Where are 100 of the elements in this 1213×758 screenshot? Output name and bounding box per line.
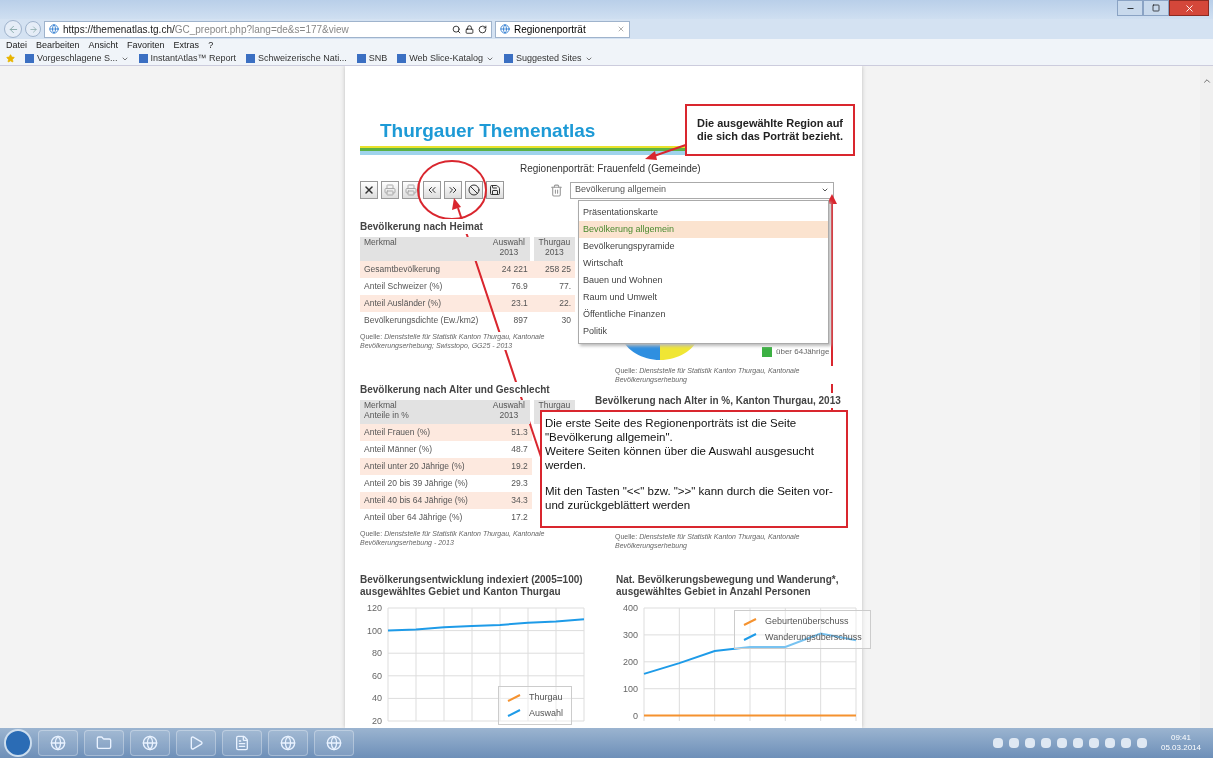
favorites-link[interactable]: Schweizerische Nati... xyxy=(246,51,347,66)
table-cell: Anteil 20 bis 39 Jährige (%) xyxy=(360,475,488,492)
dropdown-option[interactable]: Bauen und Wohnen xyxy=(579,272,828,289)
table-cell: 76.9 xyxy=(488,278,532,295)
y-tick-label: 120 xyxy=(366,603,382,613)
forward-button[interactable] xyxy=(25,21,41,37)
table-cell: 258 25 xyxy=(531,261,575,278)
maximize-button[interactable] xyxy=(1143,0,1169,16)
back-button[interactable] xyxy=(4,20,22,38)
refresh-icon[interactable] xyxy=(478,24,487,34)
tray-icon[interactable] xyxy=(1008,738,1019,748)
slashed-circle-button[interactable] xyxy=(465,181,483,199)
tray-icon[interactable] xyxy=(1136,738,1147,748)
table-cell: Anteil Frauen (%) xyxy=(360,424,488,441)
table-cell: 51.3 xyxy=(488,424,532,441)
column-header: Merkmal Anteile in % xyxy=(360,400,488,424)
tray-icon[interactable] xyxy=(992,738,1003,748)
dropdown-option[interactable]: Politik xyxy=(579,323,828,340)
table-cell: Anteil Männer (%) xyxy=(360,441,488,458)
y-tick-label: 80 xyxy=(371,648,382,659)
table-cell: 22. xyxy=(531,295,575,312)
dropdown-caret-icon xyxy=(821,186,829,194)
atlas-title: Thurgauer Themenatlas xyxy=(380,120,596,142)
menu-item[interactable]: Favoriten xyxy=(127,38,165,53)
address-bar[interactable]: https://themenatlas.tg.ch/GC_preport.php?lang=de&s=177&view xyxy=(44,20,492,38)
table-cell: 23.1 xyxy=(488,295,532,312)
folder-icon xyxy=(96,735,112,751)
tray-icon[interactable] xyxy=(1120,738,1131,748)
dropdown-option[interactable]: Präsentationskarte xyxy=(579,204,828,221)
table-cell: 19.2 xyxy=(488,458,532,475)
close-icon[interactable] xyxy=(617,25,625,33)
page-select[interactable]: Bevölkerung allgemein xyxy=(570,181,834,199)
dropdown-option[interactable]: Bevölkerung allgemein xyxy=(579,221,828,238)
tray-icon[interactable] xyxy=(1104,738,1115,748)
dropdown-option[interactable]: Öffentliche Finanzen xyxy=(579,306,828,323)
save-icon xyxy=(489,184,501,196)
y-tick-label: 0 xyxy=(632,710,638,721)
menu-item[interactable]: Extras xyxy=(173,38,200,53)
favorites-star-icon[interactable] xyxy=(6,54,15,63)
favorites-link[interactable]: InstantAtlas™ Report xyxy=(138,51,237,66)
table-cell: 34.3 xyxy=(488,492,532,509)
clock-date: 05.03.2014 xyxy=(1160,743,1201,753)
taskbar-app-button[interactable] xyxy=(314,730,354,756)
right-arrow-icon xyxy=(28,24,38,34)
tray-icon[interactable] xyxy=(1072,738,1083,748)
taskbar-app-button[interactable] xyxy=(268,730,308,756)
taskbar-app-button[interactable] xyxy=(130,730,170,756)
column-header: Merkmal xyxy=(360,237,488,261)
column-header: Auswahl 2013 xyxy=(488,400,532,424)
menu-item[interactable]: Datei xyxy=(6,38,27,53)
table-cell: Anteil Schweizer (%) xyxy=(360,278,488,295)
play-icon xyxy=(188,735,204,751)
table-cell: 48.7 xyxy=(488,441,532,458)
dropdown-option[interactable]: Wirtschaft xyxy=(579,255,828,272)
globe-icon xyxy=(280,735,296,751)
column-header: Thurgau 2013 xyxy=(531,237,575,261)
menu-item[interactable]: ? xyxy=(208,38,214,53)
address-text: https://themenatlas.tg.ch/GC_preport.php?lang=de&s=177&view xyxy=(63,22,349,37)
column-header: Auswahl 2013 xyxy=(488,237,532,261)
tray-icon[interactable] xyxy=(1056,738,1067,748)
save-button[interactable] xyxy=(486,181,504,199)
tray-icon[interactable] xyxy=(1024,738,1035,748)
double-left-icon xyxy=(426,184,438,196)
table-cell: 77. xyxy=(531,278,575,295)
menu-item[interactable]: Ansicht xyxy=(88,38,119,53)
dropdown-option[interactable]: Raum und Umwelt xyxy=(579,289,828,306)
table-cell: Anteil unter 20 Jährige (%) xyxy=(360,458,488,475)
search-icon[interactable] xyxy=(452,24,461,34)
trash-icon xyxy=(549,183,563,197)
taskbar-app-button[interactable] xyxy=(222,730,262,756)
chart-heading: Bevölkerung nach Alter in %, Kanton Thurgau, 2013 xyxy=(595,393,841,408)
minimize-button[interactable] xyxy=(1117,0,1143,16)
table-cell: 29.3 xyxy=(488,475,532,492)
menu-item[interactable]: Bearbeiten xyxy=(36,38,80,53)
favorites-link[interactable]: Web Slice-Katalog xyxy=(397,51,495,66)
callout-text: Weitere Seiten können über die Auswahl ausgesucht werden. xyxy=(545,444,815,472)
tray-icon[interactable] xyxy=(1040,738,1051,748)
legend-label: Geburtenüberschuss xyxy=(765,615,849,628)
favorites-link[interactable]: Suggested Sites xyxy=(504,51,593,66)
taskbar-app-button[interactable] xyxy=(38,730,78,756)
favorites-link[interactable]: SNB xyxy=(356,51,388,66)
region-subtitle: Regionenporträt: Frauenfeld (Gemeinde) xyxy=(520,162,701,176)
taskbar-app-button[interactable] xyxy=(176,730,216,756)
legend-label: über 64Jährige xyxy=(776,346,830,358)
double-right-button[interactable] xyxy=(444,181,462,199)
y-tick-label: 200 xyxy=(622,656,638,667)
double-left-button[interactable] xyxy=(423,181,441,199)
globe-icon xyxy=(142,735,158,751)
close-button[interactable] xyxy=(360,181,378,199)
browser-tab[interactable]: Regionenporträt xyxy=(495,20,630,38)
clock-time: 09:41 xyxy=(1170,733,1191,743)
favorites-link[interactable]: Vorgeschlagene S... xyxy=(25,51,129,66)
page-icon xyxy=(49,24,59,34)
dropdown-option[interactable]: Bevölkerungspyramide xyxy=(579,238,828,255)
y-tick-label: 100 xyxy=(622,683,638,694)
y-tick-label: 20 xyxy=(371,716,382,726)
globe-icon xyxy=(326,735,342,751)
taskbar-app-button[interactable] xyxy=(84,730,124,756)
start-button[interactable] xyxy=(4,729,32,757)
tray-icon[interactable] xyxy=(1088,738,1099,748)
